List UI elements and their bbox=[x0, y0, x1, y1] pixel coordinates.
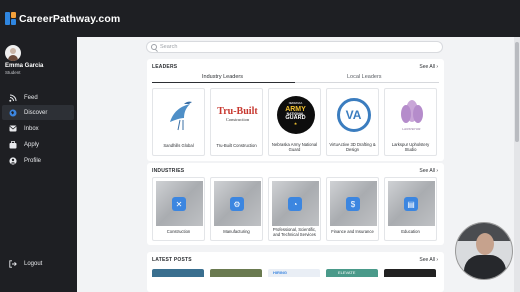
piggy-bank-icon: $ bbox=[346, 197, 360, 211]
post-thumbnail[interactable]: HIRING bbox=[268, 269, 320, 277]
sidebar-item-label: Discover bbox=[24, 109, 48, 116]
search-input[interactable] bbox=[160, 44, 360, 50]
industry-card-finance[interactable]: $ Finance and Insurance bbox=[326, 177, 379, 241]
scrollbar[interactable] bbox=[514, 37, 520, 292]
leader-name: VirtuActive 3D Drafting & Design bbox=[329, 142, 376, 152]
sidebar-item-apply[interactable]: Apply bbox=[2, 137, 74, 152]
larkspur-logo: LARKSPUR bbox=[388, 92, 435, 137]
post-thumbnail[interactable] bbox=[152, 269, 204, 277]
user-name: Emma Garcia bbox=[5, 63, 44, 69]
sidebar-item-inbox[interactable]: Inbox bbox=[2, 121, 74, 136]
logout-label: Logout bbox=[24, 260, 43, 267]
tab-industry-leaders[interactable]: Industry Leaders bbox=[202, 74, 243, 80]
leader-card-larkspur[interactable]: LARKSPUR Larkspur Upholstery Studio bbox=[384, 88, 437, 156]
main-content: LEADERS See All › Industry Leaders Local… bbox=[77, 37, 514, 292]
leaders-title: LEADERS bbox=[152, 64, 178, 70]
industry-name: Education bbox=[401, 229, 420, 234]
va-logo: VA bbox=[330, 92, 377, 137]
sidebar-item-label: Apply bbox=[24, 141, 40, 148]
search-icon bbox=[151, 44, 157, 50]
industry-name: Finance and Insurance bbox=[331, 229, 374, 234]
gauge-icon: ◔ bbox=[288, 197, 302, 211]
user-icon bbox=[8, 156, 18, 166]
top-bar: CareerPathway.com bbox=[0, 0, 520, 37]
leader-name: Tru-Built Construction bbox=[216, 143, 257, 148]
globe-icon bbox=[8, 108, 18, 118]
brand-name[interactable]: CareerPathway.com bbox=[19, 13, 120, 25]
post-thumbnail[interactable] bbox=[210, 269, 262, 277]
leader-name: Sandhills Global bbox=[163, 143, 194, 148]
logo-icon bbox=[5, 12, 16, 25]
leader-card-virtuactive[interactable]: VA VirtuActive 3D Drafting & Design bbox=[326, 88, 379, 156]
robot-arm-icon: ⚙ bbox=[230, 197, 244, 211]
sidebar-item-label: Feed bbox=[24, 94, 38, 101]
rss-icon bbox=[8, 93, 18, 103]
scrollbar-thumb[interactable] bbox=[515, 42, 519, 142]
leader-name: Larkspur Upholstery Studio bbox=[391, 142, 430, 152]
user-role: Student bbox=[5, 70, 21, 75]
sidebar: Emma Garcia Student Feed Discover Inbox … bbox=[0, 37, 77, 292]
logout-icon bbox=[8, 259, 18, 269]
leader-name: Nebraska Army National Guard bbox=[271, 142, 318, 152]
sidebar-item-label: Inbox bbox=[24, 125, 39, 132]
industry-card-education[interactable]: ▤ Education bbox=[384, 177, 437, 241]
tab-local-leaders[interactable]: Local Leaders bbox=[347, 74, 382, 80]
sidebar-item-label: Profile bbox=[24, 157, 42, 164]
tools-icon: ✕ bbox=[172, 197, 186, 211]
leader-card-sandhills[interactable]: Sandhills Global bbox=[152, 88, 205, 156]
latest-posts-card: LATEST POSTS See All › HIRING ELEVATE bbox=[147, 252, 444, 292]
industry-name: Professional, Scientific, and Technical … bbox=[272, 227, 317, 237]
industry-card-construction[interactable]: ✕ Construction bbox=[152, 177, 205, 241]
sidebar-item-profile[interactable]: Profile bbox=[2, 153, 74, 168]
leaders-card: LEADERS See All › Industry Leaders Local… bbox=[147, 59, 444, 161]
active-tab-indicator bbox=[152, 82, 295, 83]
industries-title: INDUSTRIES bbox=[152, 168, 185, 174]
latest-posts-title: LATEST POSTS bbox=[152, 257, 192, 263]
briefcase-icon bbox=[8, 140, 18, 150]
post-thumbnail[interactable]: ELEVATE bbox=[326, 269, 378, 277]
industries-see-all-link[interactable]: See All › bbox=[419, 168, 438, 174]
trubuilt-logo: Tru-Built Construction bbox=[217, 106, 258, 123]
post-thumbnail[interactable] bbox=[384, 269, 436, 277]
sidebar-item-discover[interactable]: Discover bbox=[2, 105, 74, 120]
search-bar[interactable] bbox=[146, 41, 443, 53]
mail-icon bbox=[8, 124, 18, 134]
leaders-tabs: Industry Leaders Local Leaders bbox=[152, 73, 439, 83]
leaders-see-all-link[interactable]: See All › bbox=[419, 64, 438, 70]
industry-name: Manufacturing bbox=[223, 229, 250, 234]
webcam-overlay bbox=[455, 222, 513, 280]
avatar[interactable] bbox=[5, 45, 21, 61]
logout-button[interactable]: Logout bbox=[2, 256, 74, 271]
industry-card-manufacturing[interactable]: ⚙ Manufacturing bbox=[210, 177, 263, 241]
app-window: CareerPathway.com Emma Garcia Student Fe… bbox=[0, 0, 520, 292]
industry-card-professional-services[interactable]: ◔ Professional, Scientific, and Technica… bbox=[268, 177, 321, 241]
industry-name: Construction bbox=[166, 229, 191, 234]
heron-logo bbox=[170, 101, 192, 131]
army-guard-logo: NEBRASKA ARMY NATIONAL GUARD ★ bbox=[272, 92, 319, 137]
leader-card-trubuilt[interactable]: Tru-Built Construction Tru-Built Constru… bbox=[210, 88, 263, 156]
posts-see-all-link[interactable]: See All › bbox=[419, 257, 438, 263]
sidebar-item-feed[interactable]: Feed bbox=[2, 90, 74, 105]
book-icon: ▤ bbox=[404, 197, 418, 211]
leader-card-nebraska-guard[interactable]: NEBRASKA ARMY NATIONAL GUARD ★ Nebraska … bbox=[268, 88, 321, 156]
industries-card: INDUSTRIES See All › ✕ Construction ⚙ Ma… bbox=[147, 163, 444, 245]
